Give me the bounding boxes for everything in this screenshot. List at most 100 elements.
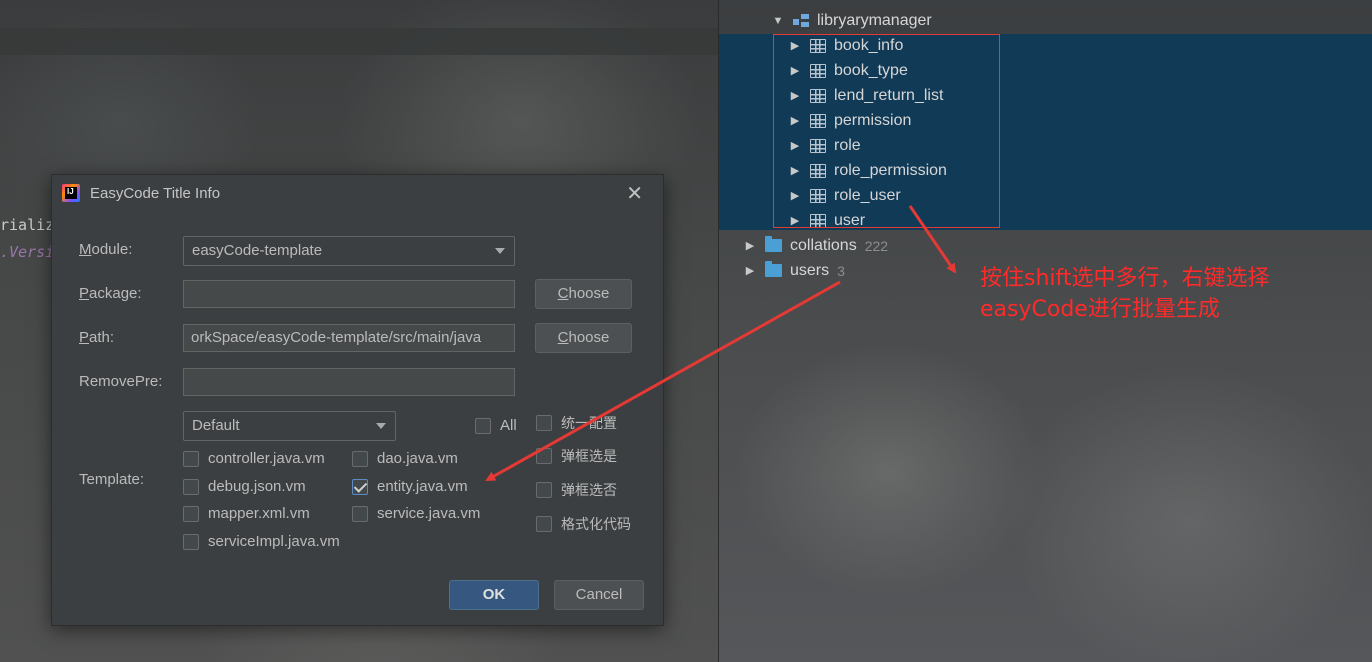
annotation-line: 按住shift选中多行，右键选择 [980, 266, 1270, 291]
tree-table-row[interactable]: ▶ book_info [786, 33, 904, 58]
editor-current-line [0, 28, 718, 55]
checkbox-box[interactable] [183, 533, 199, 550]
tree-table-row[interactable]: ▶ role [786, 133, 861, 158]
table-icon [810, 163, 826, 178]
checkbox-label: mapper.xml.vm [208, 505, 310, 522]
checkbox-label: 弹框选否 [561, 483, 617, 499]
tree-table-row[interactable]: ▶ lend_return_list [786, 83, 944, 108]
tree-folder-row[interactable]: ▶ users 3 [741, 258, 845, 283]
code-fragment: rializ [0, 216, 55, 234]
template-checkbox-dao[interactable]: dao.java.vm [352, 450, 458, 467]
checkbox-box[interactable] [352, 450, 368, 467]
dialog-title: EasyCode Title Info [90, 185, 221, 202]
checkbox-label: 格式化代码 [561, 517, 631, 533]
path-choose-button[interactable]: Choose [535, 323, 632, 353]
folder-count: 3 [837, 262, 845, 279]
checkbox-label: service.java.vm [377, 505, 481, 522]
module-dropdown[interactable]: easyCode-template [183, 236, 515, 266]
template-checkbox-mapper[interactable]: mapper.xml.vm [183, 505, 310, 522]
collapsed-arrow-icon[interactable]: ▶ [786, 39, 804, 52]
checkbox-box[interactable] [352, 505, 368, 522]
collapsed-arrow-icon[interactable]: ▶ [786, 139, 804, 152]
checkbox-label: 统一配置 [561, 416, 617, 432]
checkbox-box[interactable] [183, 450, 199, 467]
option-checkbox-unified-config[interactable]: 统一配置 [536, 413, 617, 433]
checkbox-box[interactable] [536, 448, 552, 464]
table-icon [810, 38, 826, 53]
template-checkbox-entity[interactable]: entity.java.vm [352, 478, 468, 495]
table-label: book_type [834, 61, 908, 79]
collapsed-arrow-icon[interactable]: ▶ [786, 64, 804, 77]
path-input[interactable]: orkSpace/easyCode-template/src/main/java [183, 324, 515, 352]
schema-label: libryarymanager [817, 11, 932, 29]
checkbox-checked-box[interactable] [352, 478, 368, 495]
package-input[interactable] [183, 280, 515, 308]
template-checkbox-serviceimpl[interactable]: serviceImpl.java.vm [183, 533, 340, 550]
table-icon [810, 88, 826, 103]
annotation-line: easyCode进行批量生成 [980, 297, 1220, 322]
checkbox-label: entity.java.vm [377, 478, 468, 495]
tree-table-row[interactable]: ▶ permission [786, 108, 912, 133]
checkbox-label: 弹框选是 [561, 449, 617, 465]
intellij-app-icon: IJ [62, 184, 80, 202]
checkbox-box[interactable] [183, 478, 199, 495]
tree-table-row[interactable]: ▶ book_type [786, 58, 908, 83]
template-group-dropdown[interactable]: Default [183, 411, 396, 441]
collapsed-arrow-icon[interactable]: ▶ [741, 264, 759, 277]
module-label: Module: [79, 241, 133, 258]
checkbox-label: debug.json.vm [208, 478, 306, 495]
collapsed-arrow-icon[interactable]: ▶ [786, 89, 804, 102]
folder-count: 222 [864, 237, 889, 254]
collapsed-arrow-icon[interactable]: ▶ [786, 164, 804, 177]
removepre-input[interactable] [183, 368, 515, 396]
collapsed-arrow-icon[interactable]: ▶ [741, 239, 759, 252]
path-label: Path: [79, 329, 115, 346]
all-checkbox[interactable]: All [475, 417, 517, 434]
table-label: book_info [834, 36, 904, 54]
tree-schema-row[interactable]: ▼ libryarymanager [769, 8, 932, 33]
collapsed-arrow-icon[interactable]: ▶ [786, 114, 804, 127]
chevron-down-icon [376, 423, 386, 429]
module-value: easyCode-template [192, 242, 323, 259]
tree-table-row[interactable]: ▶ role_user [786, 183, 901, 208]
dialog-titlebar[interactable]: IJ EasyCode Title Info ✕ [52, 175, 663, 211]
code-fragment: .Versi [0, 243, 55, 261]
ok-button[interactable]: OK [449, 580, 539, 610]
folder-label: collations [790, 236, 857, 254]
annotation-text: 按住shift选中多行，右键选择 easyCode进行批量生成 [980, 263, 1270, 325]
checkbox-box[interactable] [536, 415, 552, 431]
tree-table-row[interactable]: ▶ role_permission [786, 158, 947, 183]
table-label: permission [834, 111, 912, 129]
checkbox-box[interactable] [183, 505, 199, 522]
checkbox-label: controller.java.vm [208, 450, 325, 467]
close-icon[interactable]: ✕ [626, 181, 643, 206]
tree-folder-row[interactable]: ▶ collations 222 [741, 233, 888, 258]
template-checkbox-service[interactable]: service.java.vm [352, 505, 480, 522]
cancel-button[interactable]: Cancel [554, 580, 644, 610]
all-label: All [500, 417, 517, 434]
schema-icon [793, 13, 809, 28]
checkbox-box[interactable] [536, 516, 552, 532]
option-checkbox-format-code[interactable]: 格式化代码 [536, 514, 631, 534]
package-label: Package: [79, 285, 142, 302]
checkbox-label: serviceImpl.java.vm [208, 533, 340, 550]
table-label: role_permission [834, 161, 947, 179]
package-choose-button[interactable]: Choose [535, 279, 632, 309]
expanded-arrow-icon[interactable]: ▼ [769, 15, 787, 27]
table-icon [810, 113, 826, 128]
removepre-label: RemovePre: [79, 373, 163, 390]
table-icon [810, 138, 826, 153]
folder-icon [765, 236, 782, 252]
checkbox-box[interactable] [536, 482, 552, 498]
collapsed-arrow-icon[interactable]: ▶ [786, 214, 804, 227]
table-label: user [834, 211, 866, 229]
tree-table-row[interactable]: ▶ user [786, 208, 865, 233]
option-checkbox-popup-yes[interactable]: 弹框选是 [536, 446, 617, 466]
collapsed-arrow-icon[interactable]: ▶ [786, 189, 804, 202]
chevron-down-icon [495, 248, 505, 254]
checkbox-box[interactable] [475, 417, 491, 434]
template-group-value: Default [192, 417, 240, 434]
template-checkbox-debug[interactable]: debug.json.vm [183, 478, 306, 495]
template-checkbox-controller[interactable]: controller.java.vm [183, 450, 325, 467]
option-checkbox-popup-no[interactable]: 弹框选否 [536, 480, 617, 500]
